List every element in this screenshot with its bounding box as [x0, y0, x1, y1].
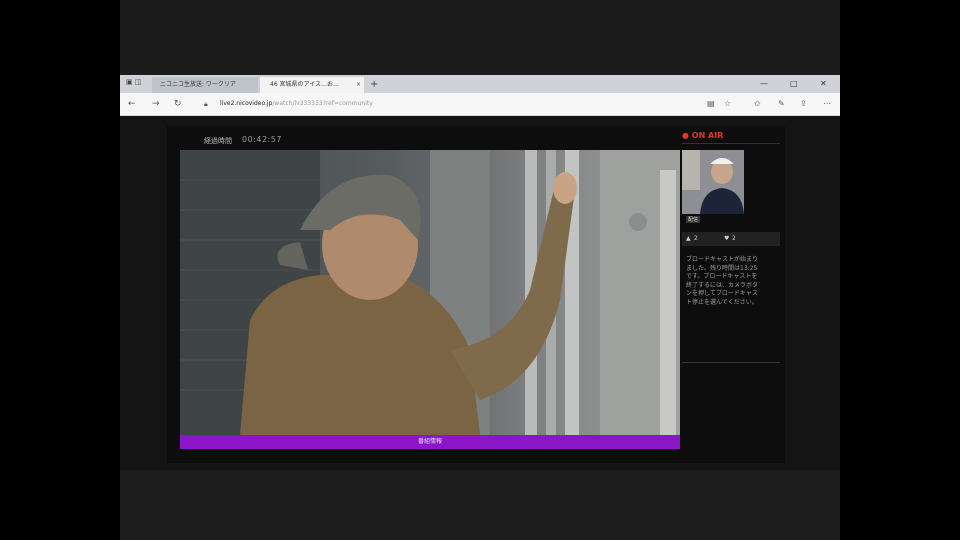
- comment-count: 2: [732, 235, 736, 242]
- letterbox-top: [120, 0, 840, 70]
- minimize-icon[interactable]: —: [760, 78, 768, 90]
- browser-tab-2-label: 46 宮城県のアイス…お…: [270, 81, 340, 88]
- reload-icon[interactable]: ↻: [174, 97, 182, 111]
- reader-icon[interactable]: ▤: [707, 97, 715, 111]
- forward-icon[interactable]: →: [152, 97, 160, 111]
- lock-icon: 🔒︎: [204, 100, 208, 108]
- new-tab-icon[interactable]: +: [370, 78, 378, 92]
- browser-tab-2[interactable]: 46 宮城県のアイス…お… ×: [260, 77, 364, 93]
- star-icon[interactable]: ☆: [724, 97, 731, 111]
- camera-frame: [682, 150, 744, 214]
- more-icon[interactable]: ⋯: [823, 97, 831, 111]
- on-air-label: ● ON AIR: [682, 131, 724, 140]
- tab-close-icon[interactable]: ×: [356, 77, 361, 93]
- progress-label: 番組情報: [417, 438, 442, 445]
- bolt: [629, 213, 647, 231]
- stats-bar: ▲ 2 ♥ 2: [682, 232, 780, 246]
- browser-tab-1-label: ニコニコ生放送: ワークリア: [160, 81, 236, 88]
- url-path: /watch/lv333333?ref=community: [272, 100, 373, 107]
- progress-bar[interactable]: 番組情報: [180, 435, 680, 449]
- letterbox-bottom: [120, 470, 840, 540]
- video-frame: [180, 150, 680, 435]
- screen-capture: ▣ ◫ ニコニコ生放送: ワークリア 46 宮城県のアイス…お… × + — □…: [120, 0, 840, 540]
- browser-tab-1[interactable]: ニコニコ生放送: ワークリア: [152, 77, 258, 93]
- back-icon[interactable]: ←: [128, 97, 136, 111]
- elapsed-label: 経過時間: [204, 137, 232, 145]
- person-icon: ▲: [686, 235, 691, 242]
- status-badge: 配信: [686, 216, 701, 223]
- broadcaster-message: ブロードキャストが始まりました。残り時間は13:25です。ブロードキャストを終了…: [686, 256, 759, 306]
- video-player[interactable]: [180, 150, 680, 435]
- url-field[interactable]: live2.nicovideo.jp/watch/lv333333?ref=co…: [220, 97, 373, 111]
- pen-icon[interactable]: ✎: [778, 97, 785, 111]
- person-hand: [553, 172, 577, 204]
- divider: [682, 143, 780, 144]
- address-bar: ← → ↻ 🔒︎ live2.nicovideo.jp/watch/lv3333…: [120, 93, 840, 116]
- close-window-icon[interactable]: ✕: [820, 78, 827, 90]
- elapsed-time: 00:42:57: [242, 135, 282, 144]
- heart-icon: ♥: [724, 235, 730, 242]
- maximize-icon[interactable]: □: [790, 78, 798, 90]
- favorites-icon[interactable]: ✩: [754, 97, 761, 111]
- tab-actions-icon[interactable]: ▣ ◫: [126, 78, 141, 86]
- share-icon[interactable]: ⇪: [800, 97, 807, 111]
- viewer-count: 2: [694, 235, 698, 242]
- divider: [682, 362, 780, 363]
- broadcaster-camera-thumbnail[interactable]: [682, 150, 744, 214]
- browser-tab-bar: ▣ ◫ ニコニコ生放送: ワークリア 46 宮城県のアイス…お… × + — □…: [120, 75, 840, 93]
- url-host: live2.nicovideo.jp: [220, 100, 273, 107]
